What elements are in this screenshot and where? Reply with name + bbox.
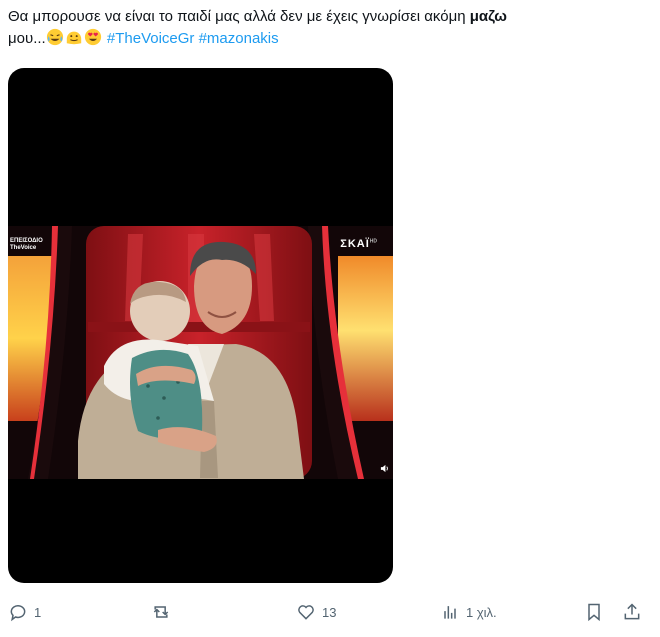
channel-logo-skai: ΣΚΑΪHD (340, 238, 377, 250)
volume-icon[interactable] (380, 464, 389, 473)
tweet-bold-word: μαζω (469, 8, 507, 25)
views-count: 1 χιλ. (466, 604, 497, 620)
reply-icon (10, 605, 26, 622)
tweet-actions: 1 13 1 χιλ. (0, 598, 660, 626)
face-with-tears-of-joy-icon (46, 28, 63, 46)
retweet-icon (153, 606, 169, 618)
hashtag-mazonakis[interactable]: #mazonakis (199, 30, 279, 47)
retweet-button[interactable] (151, 598, 171, 626)
reply-button[interactable]: 1 (8, 598, 41, 626)
tweet-text-line2: μου... (8, 30, 46, 47)
bookmark-button[interactable] (584, 598, 604, 626)
melting-face-icon (66, 31, 81, 45)
channel-logo-left: ΕΠΕΙΣΟΔΙΟ TheVoice (10, 238, 43, 251)
video-player[interactable]: ΕΠΕΙΣΟΔΙΟ TheVoice ΣΚΑΪHD (8, 68, 393, 583)
video-frame[interactable]: ΕΠΕΙΣΟΔΙΟ TheVoice ΣΚΑΪHD (8, 226, 393, 479)
bar-chart-icon (444, 606, 456, 619)
heart-icon (298, 605, 314, 620)
tweet-text-line1: Θα μπορουσε να είναι το παιδί μας αλλά δ… (8, 8, 470, 25)
hashtag-thevoicegr[interactable]: #TheVoiceGr (107, 30, 195, 47)
share-button[interactable] (622, 598, 642, 626)
share-icon (624, 603, 640, 620)
like-button[interactable]: 13 (296, 598, 336, 626)
like-count: 13 (322, 604, 337, 620)
views-button[interactable]: 1 χιλ. (440, 598, 497, 626)
reply-count: 1 (34, 604, 42, 620)
bookmark-icon (588, 603, 600, 622)
video-still (8, 226, 393, 479)
tweet-text: Θα μπορουσε να είναι το παιδί μας αλλά δ… (8, 6, 648, 50)
heart-eyes-icon (84, 28, 101, 46)
